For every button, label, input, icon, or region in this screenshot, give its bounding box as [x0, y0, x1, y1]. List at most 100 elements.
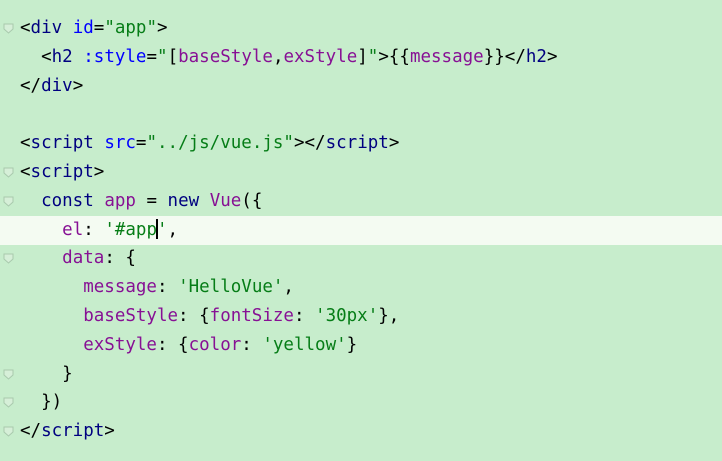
token-prop: exStyle — [83, 334, 157, 355]
code-text: <script src="../js/vue.js"></script> — [20, 129, 399, 158]
token-punct: = — [135, 133, 147, 154]
token-punct: > — [72, 75, 84, 96]
token-punct: ({ — [241, 190, 263, 211]
code-text: data: { — [20, 244, 136, 273]
token-tag: div — [30, 18, 63, 38]
token-punct: < — [20, 18, 31, 38]
token-punct: }) — [41, 392, 63, 413]
token-punct: , — [167, 219, 179, 240]
token-punct: : { — [178, 306, 210, 326]
token-attr: src — [104, 133, 136, 154]
token-punct: ></ — [293, 133, 326, 154]
code-line[interactable]: exStyle: {color: 'yellow'} — [0, 331, 722, 360]
code-text: const app = new Vue({ — [20, 187, 262, 216]
token-punct: : { — [156, 334, 189, 355]
token-str: ' — [157, 219, 168, 240]
code-text: <div id="app"> — [20, 14, 168, 43]
token-str: "app" — [104, 18, 158, 38]
code-line[interactable]: <h2 :style="[baseStyle,exStyle]">{{messa… — [0, 43, 722, 72]
token-str: 'HelloVue' — [178, 277, 284, 298]
code-line[interactable]: <script src="../js/vue.js"></script> — [0, 129, 722, 158]
token-punct: < — [41, 46, 52, 67]
token-var: exStyle — [283, 46, 358, 67]
token-attr: :style — [83, 46, 147, 67]
token-punct — [94, 133, 105, 153]
code-line[interactable]: </div> — [0, 72, 722, 101]
token-punct: > — [104, 421, 115, 442]
code-text: message: 'HelloVue', — [20, 273, 294, 302]
token-punct: < — [20, 133, 31, 154]
token-tag: h2 — [51, 46, 73, 67]
token-str: '#app — [104, 219, 157, 240]
token-punct: : — [293, 306, 316, 326]
token-punct — [199, 191, 210, 211]
token-punct: }, — [378, 306, 400, 326]
token-var: app — [104, 190, 136, 211]
token-prop: el — [62, 219, 84, 240]
code-line[interactable]: <div id="app"> — [0, 14, 722, 43]
token-punct: , — [272, 46, 284, 67]
code-line[interactable]: }) — [0, 388, 722, 417]
token-punct: : — [83, 219, 105, 240]
token-fn: Vue — [209, 190, 242, 211]
token-tag: script — [41, 421, 105, 442]
token-punct: > — [93, 162, 105, 182]
code-line[interactable]: baseStyle: {fontSize: '30px'}, — [0, 302, 722, 331]
code-line[interactable] — [0, 100, 722, 129]
code-text: baseStyle: {fontSize: '30px'}, — [20, 302, 399, 331]
token-str: " — [367, 46, 379, 67]
token-punct: : { — [104, 248, 136, 269]
code-line[interactable]: </script> — [0, 417, 722, 446]
code-line[interactable]: data: { — [0, 244, 722, 273]
code-text: </script> — [20, 417, 115, 446]
token-punct: } — [346, 334, 358, 355]
token-tag: div — [41, 75, 73, 96]
token-punct: >{{ — [378, 46, 410, 67]
token-var: baseStyle — [178, 46, 273, 67]
token-kw: new — [167, 190, 200, 211]
token-punct: < — [20, 162, 31, 182]
token-prop: fontSize — [209, 306, 294, 326]
token-punct: > — [388, 133, 400, 154]
code-line-current[interactable]: el: '#app', — [0, 215, 722, 245]
token-punct — [73, 47, 84, 67]
token-punct: = — [93, 18, 105, 38]
token-punct: = — [135, 190, 168, 211]
token-attr: id — [72, 18, 94, 38]
token-punct: } — [62, 363, 73, 384]
code-line[interactable]: } — [0, 360, 722, 389]
code-line[interactable]: message: 'HelloVue', — [0, 273, 722, 302]
token-prop: baseStyle — [83, 306, 179, 326]
token-prop: data — [62, 248, 105, 269]
code-text: <script> — [20, 158, 104, 187]
token-prop: message — [83, 277, 157, 298]
token-punct: = — [146, 46, 158, 67]
token-punct: > — [157, 18, 168, 38]
code-line[interactable]: <script> — [0, 158, 722, 187]
token-kw: const — [41, 190, 94, 211]
token-str: "../js/vue.js" — [146, 133, 294, 154]
code-text: </div> — [20, 72, 83, 101]
token-punct: : — [156, 277, 179, 298]
token-str: 'yellow' — [262, 334, 347, 355]
token-var: message — [409, 46, 484, 67]
code-text: }) — [20, 388, 62, 417]
code-line[interactable]: const app = new Vue({ — [0, 187, 722, 216]
code-editor[interactable]: <div id="app"> <h2 :style="[baseStyle,ex… — [0, 0, 722, 461]
token-tag: script — [325, 133, 389, 154]
token-tag: script — [30, 162, 94, 182]
token-prop: color — [188, 334, 242, 355]
token-tag: script — [30, 133, 94, 154]
code-text: } — [20, 360, 73, 389]
token-punct: ] — [357, 46, 368, 67]
token-punct: }}</ — [483, 46, 526, 67]
